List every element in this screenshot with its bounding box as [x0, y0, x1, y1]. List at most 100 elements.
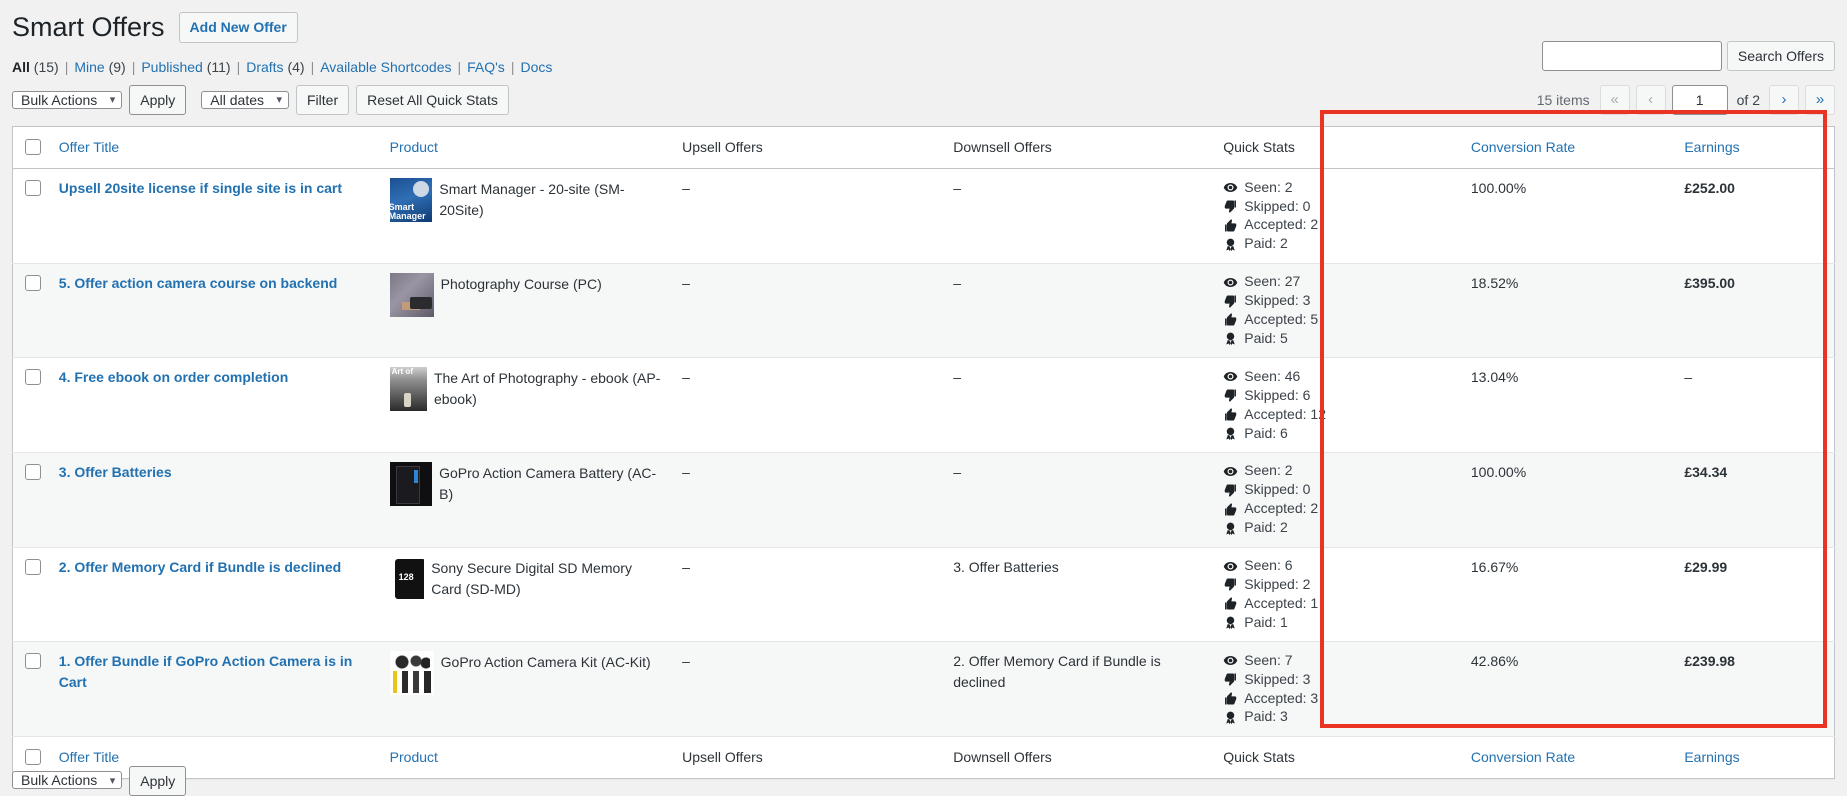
row-checkbox[interactable] [25, 274, 41, 291]
reset-quick-stats-button[interactable]: Reset All Quick Stats [356, 85, 509, 116]
row-earnings-cell: £239.98 [1684, 653, 1735, 670]
column-link-offer-title[interactable]: Offer Title [59, 139, 119, 155]
quick-stat-accepted: Accepted: 2 [1223, 500, 1451, 519]
footer-column-quick-stats: Quick Stats [1223, 748, 1295, 765]
quick-stat-text: Accepted: 5 [1244, 311, 1319, 328]
status-link-drafts[interactable]: Drafts (4) [246, 59, 304, 75]
current-page-input[interactable] [1671, 85, 1728, 116]
quick-stat-text: Skipped: 6 [1244, 386, 1311, 403]
footer-link-earnings[interactable]: Earnings [1684, 749, 1739, 765]
footer-column-earnings[interactable]: Earnings [1674, 736, 1834, 778]
row-checkbox[interactable] [25, 180, 41, 197]
row-checkbox[interactable] [25, 369, 41, 386]
row-checkbox[interactable] [25, 653, 41, 670]
footer-column-product[interactable]: Product [380, 736, 672, 778]
status-link-label[interactable]: Available Shortcodes [320, 59, 451, 75]
select-all-checkbox-footer[interactable] [25, 748, 41, 765]
offer-title-link[interactable]: 2. Offer Memory Card if Bundle is declin… [59, 559, 341, 575]
search-offers-button[interactable]: Search Offers [1726, 41, 1835, 71]
status-link-available-shortcodes[interactable]: Available Shortcodes [320, 59, 451, 75]
thumbs-down-icon [1223, 388, 1238, 403]
last-page-button[interactable]: » [1805, 85, 1835, 116]
apply-button[interactable]: Apply [129, 85, 187, 116]
quick-stat-text: Accepted: 1 [1244, 594, 1319, 611]
row-checkbox[interactable] [25, 463, 41, 480]
row-offer-title-cell: 1. Offer Bundle if GoPro Action Camera i… [49, 642, 380, 737]
next-page-button[interactable]: › [1769, 85, 1799, 116]
footer-column-conversion-rate[interactable]: Conversion Rate [1461, 736, 1674, 778]
bulk-actions-select[interactable]: Bulk Actions [12, 91, 123, 110]
first-page-button[interactable]: « [1599, 85, 1630, 116]
quick-stat-text: Seen: 2 [1244, 462, 1293, 479]
row-upsell-cell: – [682, 653, 690, 670]
offer-title-link[interactable]: 4. Free ebook on order completion [59, 369, 288, 385]
eye-icon [1223, 369, 1238, 384]
row-earnings-cell: £34.34 [1684, 463, 1728, 480]
offers-table: Offer Title Product Upsell Offers Downse… [12, 126, 1835, 779]
footer-link-product[interactable]: Product [390, 749, 438, 765]
column-header-quick-stats: Quick Stats [1223, 139, 1295, 156]
column-header-earnings[interactable]: Earnings [1674, 127, 1834, 169]
thumbs-up-icon [1223, 502, 1238, 517]
quick-stat-seen: Seen: 6 [1223, 557, 1451, 576]
bulk-actions-select-wrap[interactable]: Bulk Actions [12, 86, 123, 114]
column-header-upsell-offers: Upsell Offers [682, 139, 763, 156]
date-filter-select[interactable]: All dates [201, 91, 289, 110]
add-new-offer-button[interactable]: Add New Offer [178, 11, 298, 44]
column-header-product[interactable]: Product [380, 127, 672, 169]
status-link-all[interactable]: All (15) [12, 59, 59, 75]
column-link-earnings[interactable]: Earnings [1684, 139, 1739, 155]
row-conversion-rate-cell: 100.00% [1470, 463, 1527, 480]
product-name: Photography Course (PC) [440, 275, 602, 292]
pagination: 15 items « ‹ of 2 › » [1537, 85, 1835, 116]
status-link-count: (15) [29, 59, 59, 76]
column-link-product[interactable]: Product [390, 139, 438, 155]
column-header-offer-title[interactable]: Offer Title [49, 127, 380, 169]
status-link-label[interactable]: Drafts [246, 59, 283, 75]
row-downsell-cell: – [953, 274, 962, 291]
quick-stat-text: Skipped: 0 [1244, 481, 1311, 498]
status-link-mine[interactable]: Mine (9) [74, 59, 125, 75]
bulk-actions-select-wrap-bottom[interactable]: Bulk Actions [12, 766, 123, 796]
thumbs-down-icon [1223, 294, 1238, 309]
column-header-downsell-offers: Downsell Offers [953, 139, 1052, 156]
status-link-label[interactable]: Mine [74, 59, 104, 75]
column-link-conversion-rate[interactable]: Conversion Rate [1471, 139, 1575, 155]
apply-button-bottom[interactable]: Apply [129, 766, 187, 796]
status-link-published[interactable]: Published (11) [141, 59, 230, 75]
award-icon [1223, 615, 1238, 630]
select-all-checkbox[interactable] [25, 139, 41, 156]
footer-link-offer-title[interactable]: Offer Title [59, 749, 119, 765]
search-input[interactable] [1541, 41, 1722, 71]
offer-title-link[interactable]: 5. Offer action camera course on backend [59, 275, 338, 291]
status-link-docs[interactable]: Docs [520, 59, 552, 75]
quick-stat-paid: Paid: 1 [1223, 613, 1451, 632]
offer-title-link[interactable]: 1. Offer Bundle if GoPro Action Camera i… [59, 653, 353, 690]
table-toolbar-bottom: Bulk Actions Apply [12, 766, 187, 796]
offer-title-link[interactable]: Upsell 20site license if single site is … [59, 180, 342, 196]
row-checkbox[interactable] [25, 558, 41, 575]
status-link-label[interactable]: FAQ's [467, 59, 505, 75]
status-link-faq-s[interactable]: FAQ's [467, 59, 505, 75]
footer-link-conversion-rate[interactable]: Conversion Rate [1471, 749, 1575, 765]
award-icon [1223, 710, 1238, 725]
row-offer-title-cell: Upsell 20site license if single site is … [49, 169, 380, 264]
search-offers-box: Search Offers [1541, 41, 1835, 71]
quick-stat-text: Skipped: 3 [1244, 670, 1311, 687]
status-link-label[interactable]: Docs [520, 59, 552, 75]
thumbs-up-icon [1223, 596, 1238, 611]
filter-button[interactable]: Filter [296, 85, 350, 116]
row-quick-stats-cell: Seen: 2 Skipped: 0 Accepted: 2 Paid: 2 [1213, 169, 1461, 264]
product-thumbnail [389, 178, 433, 223]
eye-icon [1223, 559, 1238, 574]
offer-title-link[interactable]: 3. Offer Batteries [59, 464, 172, 480]
eye-icon [1223, 653, 1238, 668]
prev-page-button[interactable]: ‹ [1635, 85, 1666, 116]
row-quick-stats-cell: Seen: 6 Skipped: 2 Accepted: 1 Paid: 1 [1213, 547, 1461, 642]
column-header-conversion-rate[interactable]: Conversion Rate [1461, 127, 1674, 169]
quick-stat-paid: Paid: 2 [1223, 519, 1451, 538]
thumbs-up-icon [1223, 691, 1238, 706]
quick-stat-text: Accepted: 2 [1244, 500, 1319, 517]
date-filter-select-wrap[interactable]: All dates [201, 86, 289, 114]
status-link-label[interactable]: Published [141, 59, 203, 75]
